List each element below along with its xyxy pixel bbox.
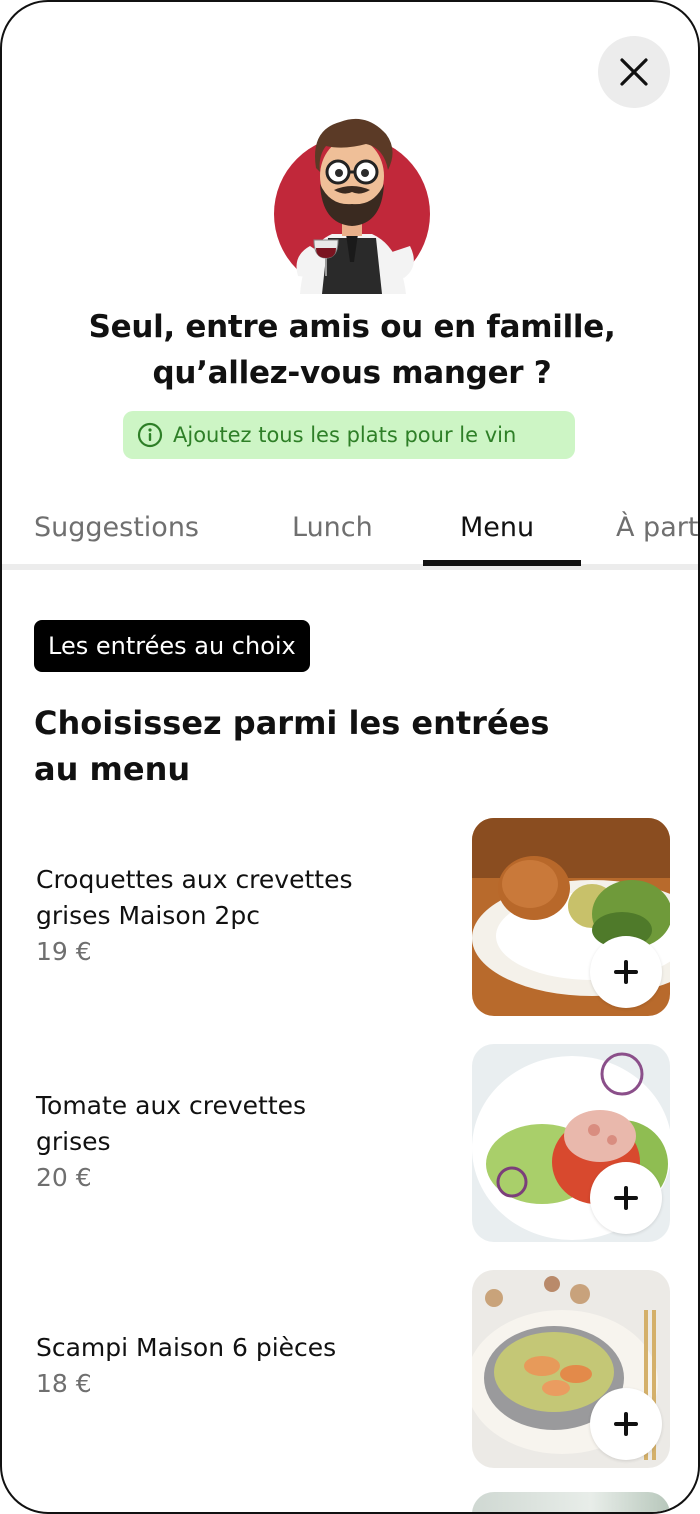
plus-icon <box>614 1412 638 1436</box>
section-title: Choisissez parmi les entrées au menu <box>34 700 594 792</box>
dish-name-line-1: Scampi Maison 6 pièces <box>36 1333 337 1362</box>
plus-icon <box>614 1186 638 1210</box>
add-dish-button[interactable] <box>590 936 662 1008</box>
tab-a-part[interactable]: À part <box>616 512 698 543</box>
dish-item-croquettes[interactable]: Croquettes aux crevettes grises Maison 2… <box>2 818 698 1018</box>
tab-menu[interactable]: Menu <box>460 512 534 543</box>
sommelier-avatar <box>270 106 434 294</box>
headline-line-2: qu’allez-vous manger ? <box>152 355 552 391</box>
wine-info-banner: Ajoutez tous les plats pour le vin <box>123 411 575 459</box>
tab-suggestions[interactable]: Suggestions <box>34 512 199 543</box>
info-icon <box>137 422 163 448</box>
wine-info-text: Ajoutez tous les plats pour le vin <box>173 423 517 447</box>
add-dish-button[interactable] <box>590 1162 662 1234</box>
dish-price: 20 € <box>36 1163 92 1192</box>
active-tab-indicator <box>423 560 581 566</box>
category-tabs: Suggestions Lunch Menu À part <box>2 498 698 570</box>
dish-name-line-1: Tomate aux crevettes <box>36 1091 307 1120</box>
add-dish-button[interactable] <box>590 1388 662 1460</box>
dish-price: 18 € <box>36 1369 92 1398</box>
dish-name-line-1: Croquettes aux crevettes <box>36 865 353 894</box>
dish-name-line-2: grises Maison 2pc <box>36 901 260 930</box>
dish-item-tomate[interactable]: Tomate aux crevettes grises 20 € <box>2 1044 698 1244</box>
dish-photo-partial <box>472 1492 670 1512</box>
headline-line-1: Seul, entre amis ou en famille, <box>88 309 616 345</box>
tab-lunch[interactable]: Lunch <box>292 512 373 543</box>
dish-item-scampi[interactable]: Scampi Maison 6 pièces 18 € <box>2 1270 698 1470</box>
section-badge: Les entrées au choix <box>34 620 310 672</box>
plus-icon <box>614 960 638 984</box>
close-icon <box>620 58 648 86</box>
dish-name: Scampi Maison 6 pièces <box>36 1330 436 1366</box>
close-button[interactable] <box>598 36 670 108</box>
dish-name-line-2: grises <box>36 1127 111 1156</box>
section-title-line-2: au menu <box>34 750 191 788</box>
page-title: Seul, entre amis ou en famille, qu’allez… <box>32 304 672 396</box>
dish-name: Croquettes aux crevettes grises Maison 2… <box>36 862 436 934</box>
app-screen: Seul, entre amis ou en famille, qu’allez… <box>0 0 700 1514</box>
dish-name: Tomate aux crevettes grises <box>36 1088 436 1160</box>
section-title-line-1: Choisissez parmi les entrées <box>34 704 550 742</box>
dish-price: 19 € <box>36 937 92 966</box>
